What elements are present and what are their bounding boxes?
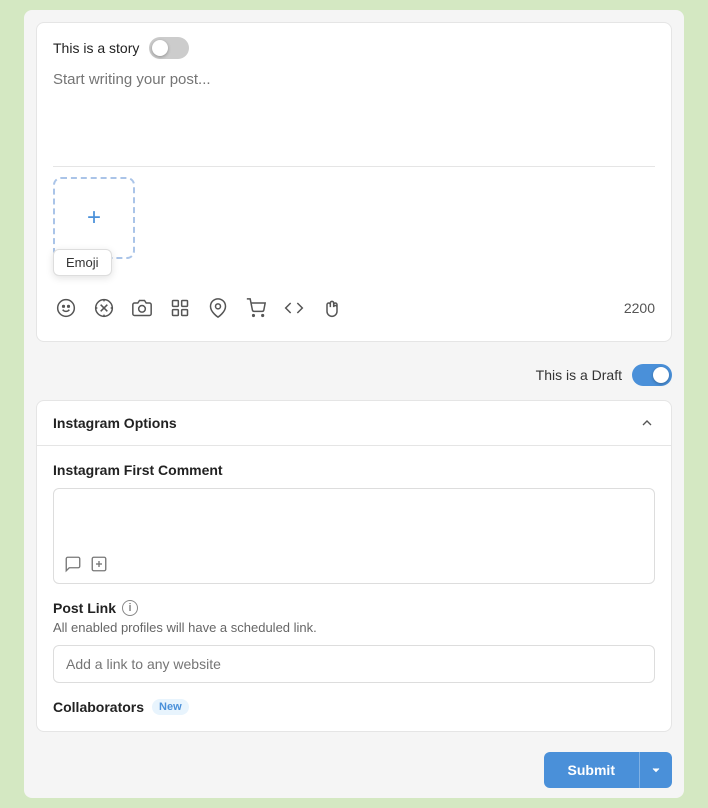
chevron-up-icon [639,415,655,431]
camera-icon[interactable] [129,295,155,321]
comment-bubble-icon[interactable] [64,555,82,573]
instagram-section: Instagram Options Instagram First Commen… [36,400,672,732]
submit-button[interactable]: Submit [544,752,639,788]
post-link-input[interactable] [53,645,655,683]
story-toggle-thumb [152,40,168,56]
story-toggle-track [149,37,189,59]
first-comment-textarea[interactable] [64,499,644,549]
char-count: 2200 [624,300,655,316]
comment-add-icon[interactable] [90,555,108,573]
story-toggle[interactable] [149,37,189,59]
post-link-label-row: Post Link i [53,600,655,616]
submit-dropdown-button[interactable] [639,752,672,788]
first-comment-label: Instagram First Comment [53,462,655,478]
shopping-icon[interactable] [243,295,269,321]
collaborators-label: Collaborators [53,699,144,715]
comment-toolbar [64,549,644,573]
emoji-icon[interactable] [53,295,79,321]
instagram-title: Instagram Options [53,415,177,431]
story-label: This is a story [53,40,139,56]
emoji-tooltip: Emoji [53,249,112,276]
media-upload-box[interactable]: + [53,177,135,259]
draft-toggle-thumb [653,367,669,383]
toolbar-row: 2200 [53,289,655,327]
info-icon[interactable]: i [122,600,138,616]
story-row: This is a story [53,37,655,59]
new-badge: New [152,699,189,715]
post-textarea[interactable] [53,71,655,151]
code-icon[interactable] [281,295,307,321]
post-link-description: All enabled profiles will have a schedul… [53,620,655,635]
instagram-header[interactable]: Instagram Options [37,401,671,446]
divider [53,166,655,167]
collaborators-label-row: Collaborators New [53,699,655,715]
main-container: This is a story + Emoji [24,10,684,798]
media-icon[interactable] [167,295,193,321]
post-section: This is a story + Emoji [36,22,672,342]
wave-icon[interactable] [319,295,345,321]
comment-textarea-wrapper [53,488,655,584]
location-icon[interactable] [205,295,231,321]
draft-toggle[interactable] [632,364,672,386]
first-comment-section: Instagram First Comment [37,446,671,600]
draft-toggle-track [632,364,672,386]
plus-icon: + [87,204,101,232]
post-link-section: Post Link i All enabled profiles will ha… [37,600,671,699]
collaborators-section: Collaborators New [37,699,671,731]
draft-row: This is a Draft [24,354,684,390]
draft-label: This is a Draft [536,367,622,383]
submit-bar: Submit [24,742,684,798]
giphy-icon[interactable] [91,295,117,321]
post-link-label: Post Link [53,600,116,616]
